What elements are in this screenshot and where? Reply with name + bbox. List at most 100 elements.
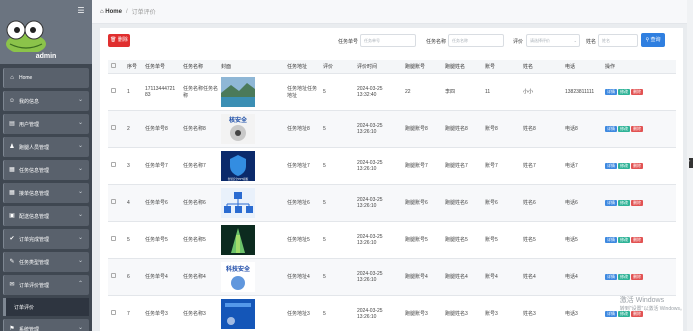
column-header: 评价时间	[354, 60, 402, 74]
detail-button[interactable]: 详情	[605, 310, 617, 317]
detail-button[interactable]: 详情	[605, 88, 617, 95]
chevron-down-icon: ⌄	[77, 189, 83, 195]
delete-button[interactable]: 🗑 删除	[108, 34, 130, 47]
chevron-down-icon: ⌄	[77, 258, 83, 264]
edit-button[interactable]: 修改	[618, 273, 630, 280]
watermark-line2: 转到"设置"以激活 Windows。	[619, 306, 685, 312]
row-delete-button[interactable]: 删除	[631, 199, 643, 206]
home-icon: ⌂	[10, 75, 14, 81]
row-checkbox[interactable]	[111, 162, 116, 167]
cell-acc: 账号8	[482, 110, 520, 148]
cell-order: 任务单号6	[142, 184, 180, 222]
chevron-down-icon: ⌄	[77, 97, 83, 103]
cell-runner: 跑腿账号6	[402, 184, 442, 222]
row-checkbox[interactable]	[111, 88, 116, 93]
cell-acc: 账号5	[482, 221, 520, 259]
sidebar-item-9[interactable]: ✉ 订单评价管理 ⌃	[3, 275, 89, 295]
cell-uname: 姓名7	[520, 147, 562, 185]
chevron-down-icon: ⌄	[77, 212, 83, 218]
sidebar-subitem-order-rating[interactable]: 订单评价	[3, 298, 89, 316]
sidebar-item-2[interactable]: ▤ 用户管理 ⌄	[3, 114, 89, 134]
cover-image: 科技安全	[221, 261, 255, 292]
cell-order: 任务单号4	[142, 258, 180, 296]
sidebar-item-0[interactable]: ⌂ Home	[3, 68, 89, 88]
hamburger-menu-icon[interactable]: ☰	[76, 6, 86, 16]
row-checkbox[interactable]	[111, 125, 116, 130]
row-delete-button[interactable]: 删除	[631, 125, 643, 132]
sidebar-item-4[interactable]: ▦ 任务信息管理 ⌄	[3, 160, 89, 180]
row-checkbox-cell[interactable]	[108, 221, 124, 259]
column-header: 姓名	[520, 60, 562, 74]
chevron-down-icon: ⌄	[77, 235, 83, 241]
location-icon: ⚑	[9, 326, 15, 331]
row-checkbox[interactable]	[111, 236, 116, 241]
breadcrumb-home-label: Home	[105, 8, 122, 15]
edit-button[interactable]: 修改	[618, 125, 630, 132]
row-checkbox-cell[interactable]	[108, 110, 124, 148]
cover-image	[221, 187, 255, 218]
rating-select[interactable]: 请选择评价 ⌄	[526, 34, 580, 47]
sidebar-item-3[interactable]: ♟ 跑腿人员管理 ⌄	[3, 137, 89, 157]
column-header: 评价	[320, 60, 354, 74]
cell-uname: 姓名4	[520, 258, 562, 296]
cell-time: 2024-03-25 13:26:10	[354, 184, 402, 222]
row-checkbox-cell[interactable]	[108, 147, 124, 185]
cell-rate: 5	[320, 147, 354, 185]
row-checkbox[interactable]	[111, 273, 116, 278]
sidebar-menu: ⌂ Home ☺ 我的信息 ⌄ ▤ 用户管理 ⌄ ♟ 跑腿人员管理 ⌄ ▦ 任务信息管理 ⌄ ▦ 接单信息管理…	[0, 68, 92, 331]
search-button[interactable]: ⚲ 查询	[641, 33, 665, 47]
cell-phone: 电话8	[562, 110, 602, 148]
select-all-checkbox[interactable]	[111, 62, 116, 68]
detail-button[interactable]: 详情	[605, 273, 617, 280]
actions-cell: 详情 修改 删除	[602, 184, 676, 222]
row-delete-button[interactable]: 删除	[631, 236, 643, 243]
row-delete-button[interactable]: 删除	[631, 162, 643, 169]
cell-rname: 跑腿姓名5	[442, 221, 482, 259]
avatar	[6, 20, 46, 52]
edit-button[interactable]: 修改	[618, 162, 630, 169]
sidebar-item-label: 任务类型管理	[19, 259, 50, 266]
edit-button[interactable]: 修改	[618, 88, 630, 95]
task-name-label: 任务名称	[426, 39, 447, 45]
person-icon: ♟	[9, 144, 15, 150]
row-checkbox-cell[interactable]	[108, 258, 124, 296]
tag-icon: ✎	[9, 259, 15, 265]
admin-name: admin	[35, 53, 57, 60]
cell-order: 任务单号5	[142, 221, 180, 259]
row-checkbox-cell[interactable]	[108, 295, 124, 331]
row-checkbox[interactable]	[111, 199, 116, 204]
name-input[interactable]: 姓名	[598, 34, 638, 47]
cell-runner: 22	[402, 73, 442, 111]
cell-name: 任务名称任务名称	[180, 73, 218, 111]
row-checkbox[interactable]	[111, 310, 116, 315]
chevron-down-icon: ⌄	[77, 143, 83, 149]
cover-cell	[218, 221, 284, 259]
sidebar-item-7[interactable]: ✔ 订单完成管理 ⌄	[3, 229, 89, 249]
edit-button[interactable]: 修改	[618, 236, 630, 243]
sidebar-item-system[interactable]: ⚑ 系统管理 ⌄	[3, 319, 89, 331]
sidebar-item-5[interactable]: ▦ 接单信息管理 ⌄	[3, 183, 89, 203]
sidebar-item-8[interactable]: ✎ 任务类型管理 ⌄	[3, 252, 89, 272]
sidebar-item-6[interactable]: ▣ 配送信息管理 ⌄	[3, 206, 89, 226]
windows-activation-watermark: 激活 Windows 转到"设置"以激活 Windows。	[620, 296, 685, 314]
edit-button[interactable]: 修改	[618, 199, 630, 206]
search-toolbar: 🗑 删除 任务单号 任务单号 任务名称 任务名称 评价 请选择评价 ⌄ 姓名 姓…	[100, 28, 683, 54]
row-checkbox-cell[interactable]	[108, 73, 124, 111]
cell-order: 任务单号8	[142, 110, 180, 148]
cell-time: 2024-03-25 13:26:10	[354, 258, 402, 296]
cell-name: 任务名称7	[180, 147, 218, 185]
detail-button[interactable]: 详情	[605, 125, 617, 132]
svg-text:智慧安全PPT模板: 智慧安全PPT模板	[228, 177, 249, 181]
task-name-input[interactable]: 任务名称	[448, 34, 504, 47]
row-delete-button[interactable]: 删除	[631, 88, 643, 95]
breadcrumb-home[interactable]: ⌂ Home	[100, 9, 122, 15]
detail-button[interactable]: 详情	[605, 199, 617, 206]
row-checkbox-cell[interactable]	[108, 184, 124, 222]
sidebar-item-1[interactable]: ☺ 我的信息 ⌄	[3, 91, 89, 111]
detail-button[interactable]: 详情	[605, 236, 617, 243]
task-no-input[interactable]: 任务单号	[360, 34, 416, 47]
row-delete-button[interactable]: 删除	[631, 273, 643, 280]
side-collapse-tab[interactable]: ‹	[689, 158, 693, 168]
detail-button[interactable]: 详情	[605, 162, 617, 169]
column-header[interactable]	[108, 60, 124, 74]
